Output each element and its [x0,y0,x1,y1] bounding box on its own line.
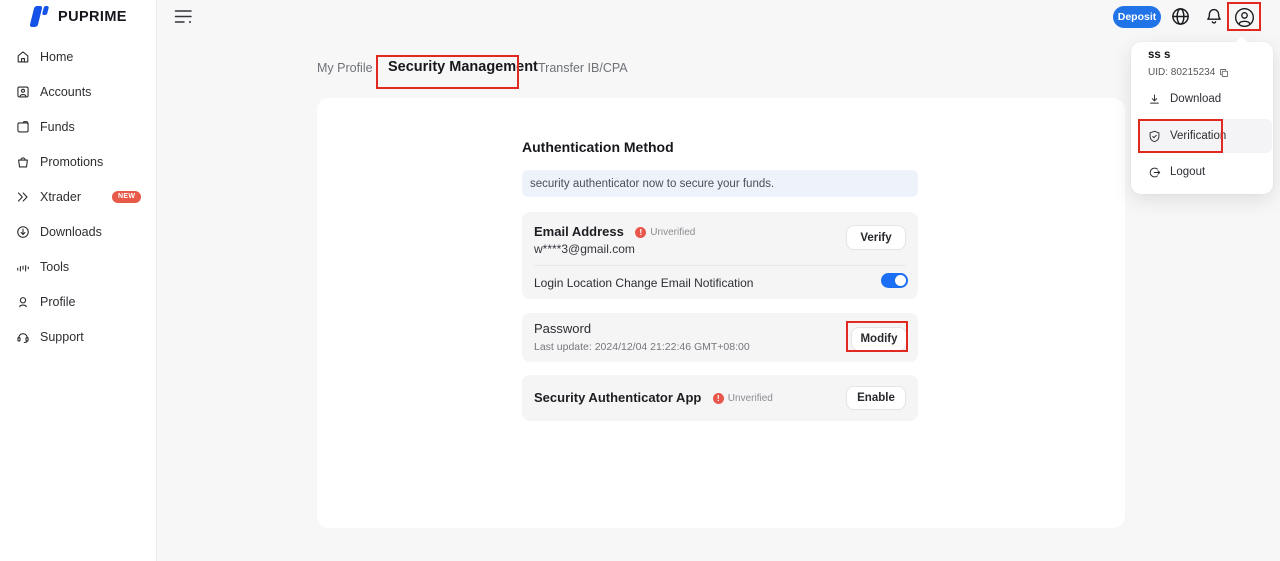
banner-text: security authenticator now to secure you… [530,178,774,190]
email-address-header: Email Address Unverified [534,223,695,241]
sidebar-item-funds[interactable]: Funds [0,109,156,144]
user-uid: UID: 80215234 [1148,67,1229,78]
security-notice-banner: security authenticator now to secure you… [522,170,918,197]
user-dropdown-menu: ss s UID: 80215234 Download Verification… [1131,42,1273,194]
sidebar-item-profile[interactable]: Profile [0,284,156,319]
enable-button[interactable]: Enable [846,386,906,410]
funds-icon [16,120,30,134]
sidebar-item-label: Funds [40,120,75,134]
security-management-panel: Authentication Method security authentic… [317,98,1125,528]
email-value: w****3@gmail.com [534,242,635,256]
menu-item-logout[interactable]: Logout [1131,157,1273,187]
authenticator-title: Security Authenticator App [534,390,701,405]
sidebar-item-accounts[interactable]: Accounts [0,74,156,109]
menu-item-label: Verification [1170,130,1226,142]
email-address-title: Email Address [534,224,624,239]
sidebar-item-label: Accounts [40,85,91,99]
downloads-icon [16,225,30,239]
sidebar-item-label: Downloads [40,225,102,239]
user-profile-icon[interactable] [1234,7,1255,28]
sidebar: PUPRIME Home Accounts Funds Promotions X… [0,0,157,561]
authenticator-header: Security Authenticator App Unverified [534,389,773,407]
unverified-exclamation-icon [635,227,646,238]
toggle-knob [895,275,906,286]
authenticator-status-label: Unverified [728,393,773,404]
uid-text: UID: 80215234 [1148,67,1215,78]
section-title: Authentication Method [522,139,674,155]
sidebar-nav: Home Accounts Funds Promotions Xtrader N… [0,39,156,354]
menu-item-verification[interactable]: Verification [1131,121,1273,151]
tab-security-management[interactable]: Security Management [388,59,538,75]
email-status: Unverified [635,227,695,238]
collapse-menu-icon[interactable] [174,8,193,25]
modify-button[interactable]: Modify [851,327,907,351]
sidebar-item-label: Home [40,50,73,64]
home-icon [16,50,30,64]
sidebar-item-downloads[interactable]: Downloads [0,214,156,249]
deposit-button[interactable]: Deposit [1113,6,1161,28]
brand-name: PUPRIME [58,9,127,25]
tab-my-profile[interactable]: My Profile [317,61,373,75]
tools-icon [16,260,30,274]
sidebar-item-promotions[interactable]: Promotions [0,144,156,179]
sidebar-item-label: Xtrader [40,190,81,204]
support-icon [16,330,30,344]
brand-logo[interactable]: PUPRIME [29,5,127,28]
login-notification-toggle[interactable] [881,273,908,288]
password-title: Password [534,321,591,336]
tab-transfer-ib-cpa[interactable]: Transfer IB/CPA [538,61,628,75]
menu-item-label: Logout [1170,166,1205,178]
shield-check-icon [1148,130,1161,143]
menu-item-download[interactable]: Download [1131,84,1273,114]
sidebar-item-support[interactable]: Support [0,319,156,354]
sidebar-item-label: Profile [40,295,75,309]
logout-icon [1148,166,1161,179]
authenticator-status: Unverified [713,393,773,404]
sidebar-item-tools[interactable]: Tools [0,249,156,284]
new-badge: NEW [112,191,141,203]
password-card: Password Last update: 2024/12/04 21:22:4… [522,313,918,362]
user-name: ss s [1148,49,1170,61]
security-authenticator-card: Security Authenticator App Unverified En… [522,375,918,421]
verify-button[interactable]: Verify [846,225,906,250]
email-status-label: Unverified [650,227,695,238]
email-address-card: Email Address Unverified w****3@gmail.co… [522,212,918,299]
xtrader-icon [16,190,30,204]
divider [534,265,906,266]
dropdown-caret [1235,36,1248,49]
unverified-exclamation-icon [713,393,724,404]
promotions-icon [16,155,30,169]
sidebar-item-label: Tools [40,260,69,274]
login-notification-label: Login Location Change Email Notification [534,276,753,290]
profile-icon [16,295,30,309]
sidebar-item-label: Promotions [40,155,103,169]
sidebar-item-xtrader[interactable]: Xtrader NEW [0,179,156,214]
sidebar-item-home[interactable]: Home [0,39,156,74]
download-icon [1148,93,1161,106]
copy-icon[interactable] [1219,68,1229,78]
menu-item-label: Download [1170,93,1221,105]
language-globe-icon[interactable] [1171,7,1190,26]
accounts-icon [16,85,30,99]
password-last-update: Last update: 2024/12/04 21:22:46 GMT+08:… [534,341,750,353]
sidebar-item-label: Support [40,330,84,344]
notification-bell-icon[interactable] [1205,7,1223,26]
puprime-logo-icon [29,5,50,28]
